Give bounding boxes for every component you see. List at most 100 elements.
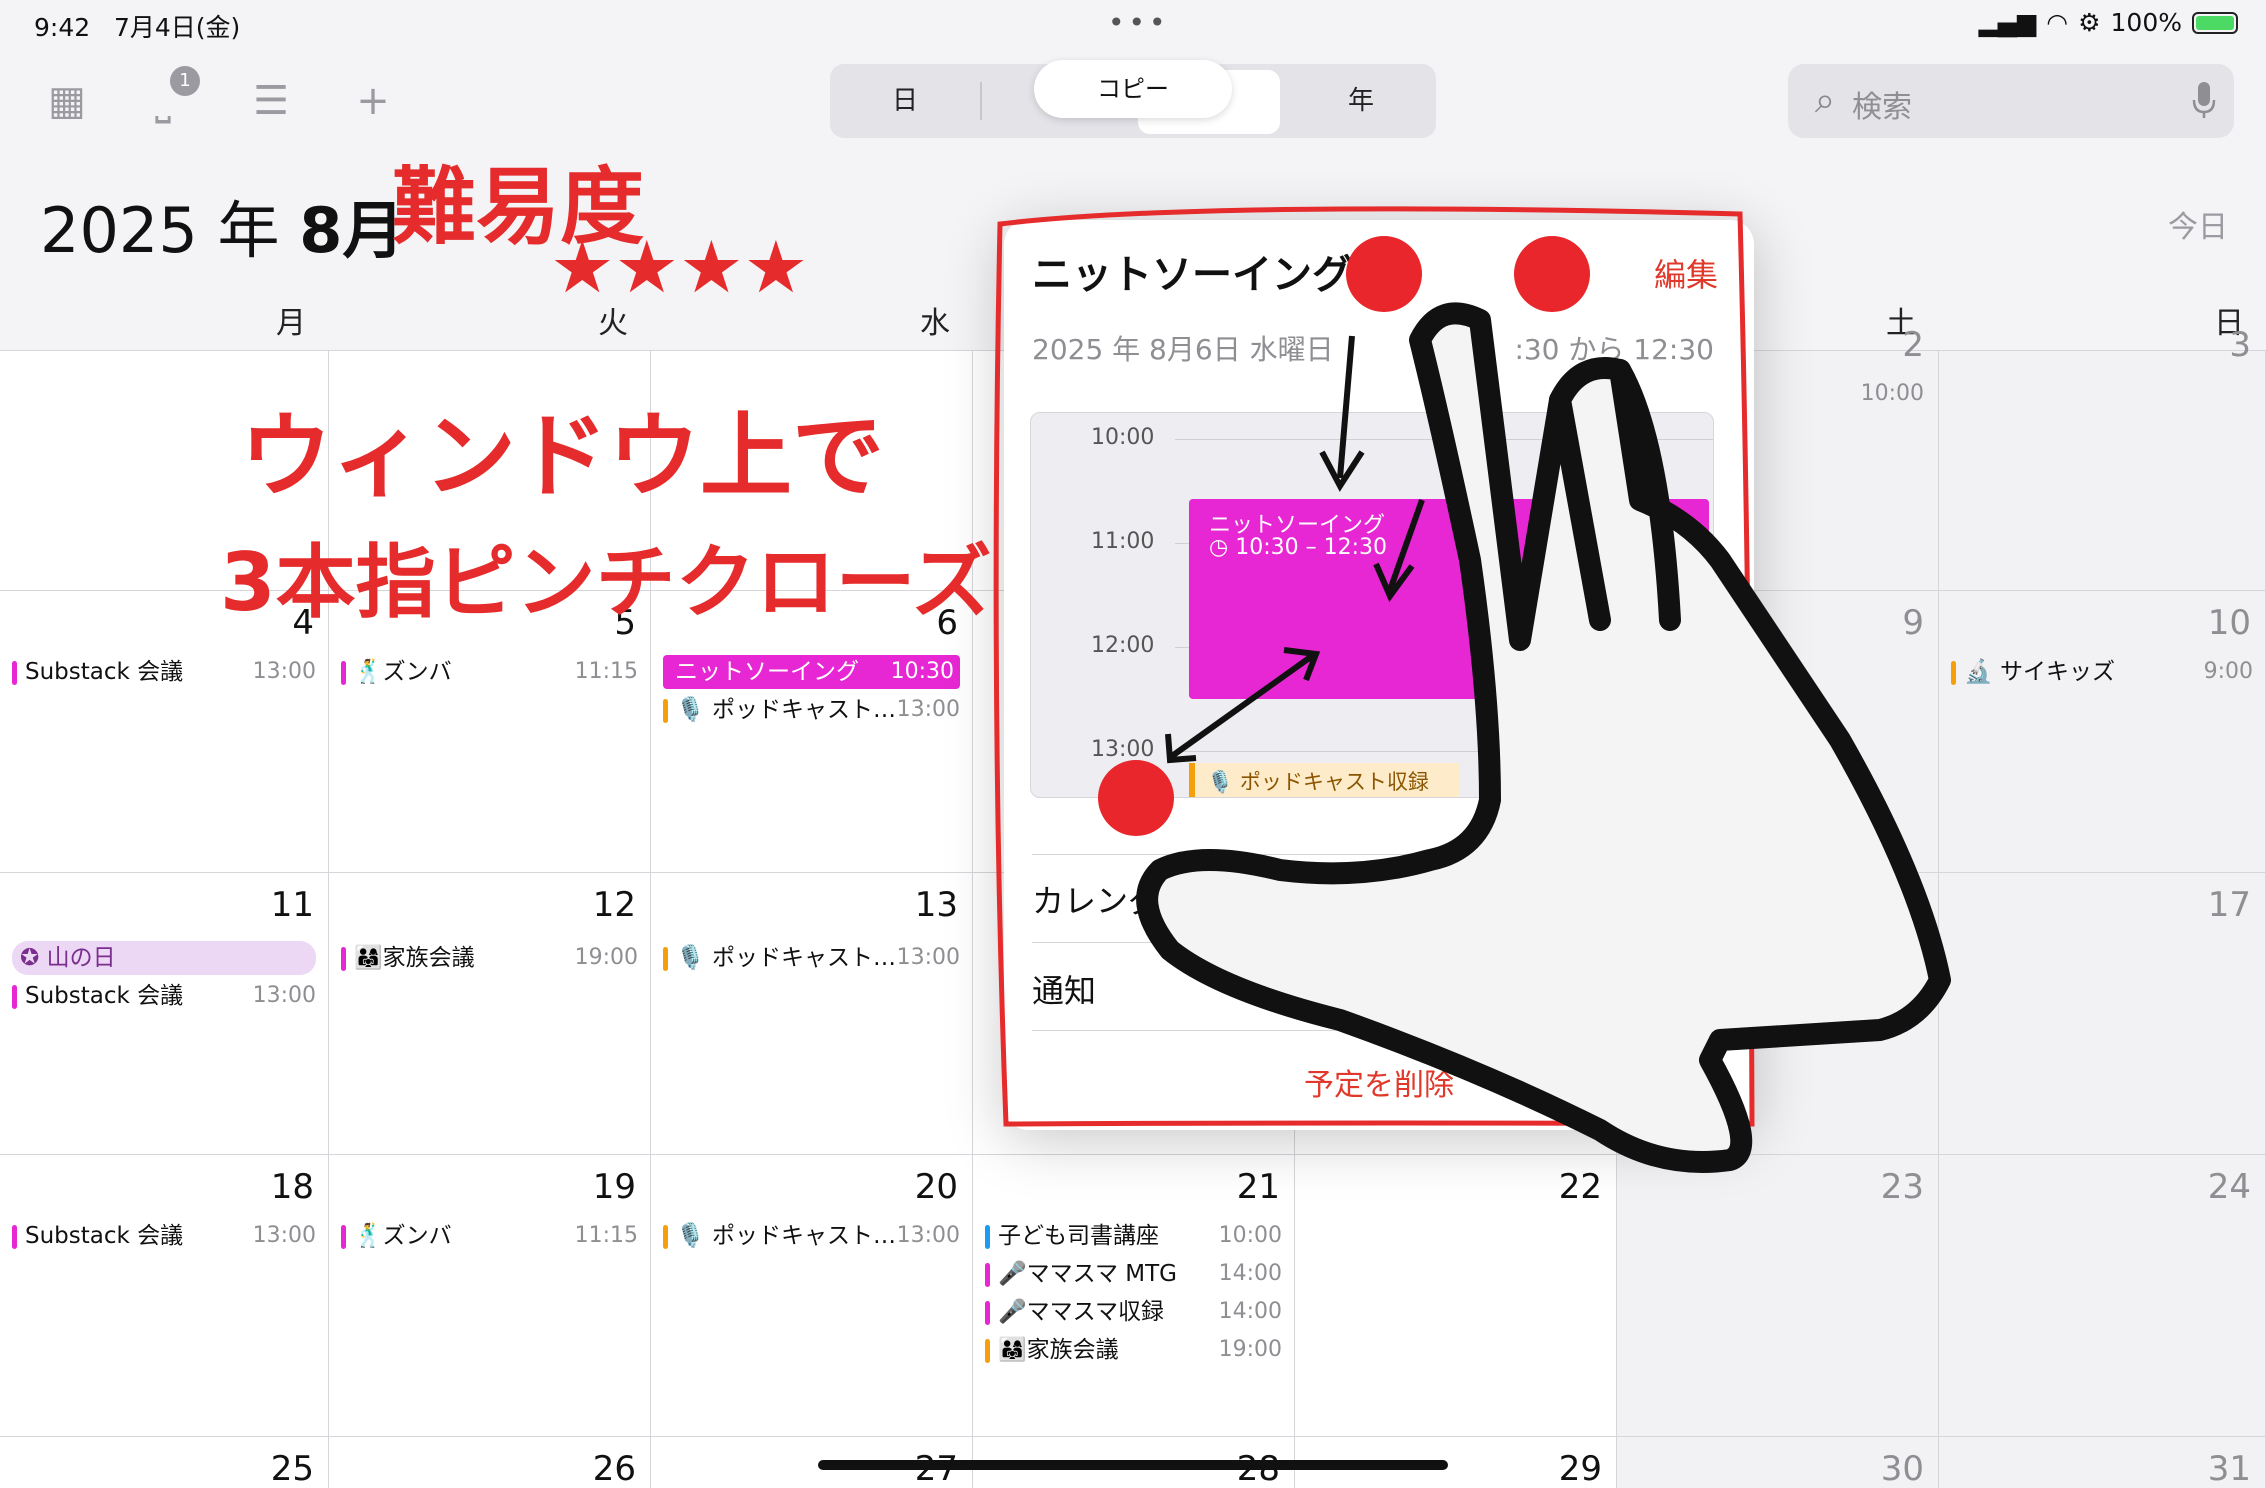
- day-number: 24: [2207, 1167, 2251, 1207]
- event-item-selected[interactable]: ニットソーイング 10:30: [663, 655, 960, 689]
- event-item[interactable]: 🔬 サイキッズ 9:00: [1951, 655, 2253, 689]
- day-number: 2: [1902, 325, 1924, 365]
- day-number: 3: [2229, 325, 2251, 365]
- day-number: 17: [2207, 885, 2251, 925]
- day-number: 30: [1880, 1449, 1924, 1488]
- day-timeline: 10:00 11:00 12:00 13:00 ニットソーイング ◷ 10:30…: [1030, 412, 1714, 798]
- day-cell[interactable]: 11 ✪ 山の日 Substack 会議 13:00: [0, 872, 329, 1154]
- day-number: 19: [592, 1167, 636, 1207]
- event-item[interactable]: 🎙️ ポッドキャスト… 13:00: [663, 693, 960, 727]
- microphone-icon[interactable]: [2192, 80, 2216, 120]
- popover-title: ニットソーイング: [1032, 252, 1352, 298]
- day-number: 23: [1880, 1167, 1924, 1207]
- holiday-item[interactable]: ✪ 山の日: [12, 941, 316, 975]
- day-cell[interactable]: 17: [1939, 872, 2266, 1154]
- day-cell[interactable]: 12 👨‍👩‍👧家族会議 19:00: [329, 872, 651, 1154]
- weekday-wed: 水: [920, 306, 950, 341]
- calendar-row[interactable]: カレンダ: [1032, 876, 1754, 922]
- day-number: 6: [936, 603, 958, 643]
- event-item[interactable]: Substack 会議 13:00: [12, 1219, 316, 1253]
- add-icon[interactable]: +: [350, 78, 396, 124]
- day-number: 16: [1880, 885, 1924, 925]
- edit-button[interactable]: 編集: [1654, 250, 1718, 296]
- day-number: 13: [914, 885, 958, 925]
- day-cell[interactable]: [651, 350, 973, 590]
- search-placeholder: 検索: [1852, 90, 1912, 125]
- day-number: 29: [1558, 1449, 1602, 1488]
- timeline-event[interactable]: 🎙️ ポッドキャスト収録: [1189, 763, 1459, 797]
- day-cell[interactable]: 3: [1939, 325, 2266, 590]
- day-cell[interactable]: 10 🔬 サイキッズ 9:00: [1939, 590, 2266, 872]
- segment-divider: [980, 82, 982, 120]
- list-icon[interactable]: ☰: [248, 78, 294, 124]
- search-field[interactable]: ⌕ 検索: [1788, 64, 2234, 138]
- day-number: 21: [1236, 1167, 1280, 1207]
- day-cell[interactable]: 30: [1617, 1436, 1939, 1488]
- day-number: 10: [2207, 603, 2251, 643]
- day-cell[interactable]: 21 子ども司書講座 10:00 🎤ママスマ MTG 14:00 🎤ママスマ収録 14…: [973, 1154, 1295, 1436]
- calendars-icon[interactable]: ▦: [44, 78, 90, 124]
- event-item[interactable]: 👨‍👩‍👧家族会議 19:00: [985, 1333, 1282, 1367]
- day-number: 4: [292, 603, 314, 643]
- search-icon: ⌕: [1814, 80, 1836, 121]
- day-number: 31: [2207, 1449, 2251, 1488]
- day-cell[interactable]: 20 🎙️ ポッドキャスト… 13:00: [651, 1154, 973, 1436]
- day-number: 25: [270, 1449, 314, 1488]
- delete-event-button[interactable]: 予定を削除: [1004, 1060, 1754, 1104]
- event-item[interactable]: 🎙️ ポッドキャスト… 13:00: [663, 1219, 960, 1253]
- event-item[interactable]: 🕺ズンバ 11:15: [341, 1219, 638, 1253]
- day-cell[interactable]: 22: [1295, 1154, 1617, 1436]
- home-indicator[interactable]: [818, 1460, 1448, 1470]
- hour-row: 10:00: [1031, 425, 1713, 455]
- day-number: 5: [614, 603, 636, 643]
- copy-callout[interactable]: コピー: [1034, 60, 1232, 118]
- holiday-star-icon: ✪: [20, 945, 47, 971]
- cellular-icon: ▂▄▆: [1978, 8, 2037, 37]
- day-cell[interactable]: 19 🕺ズンバ 11:15: [329, 1154, 651, 1436]
- event-item[interactable]: 🎤ママスマ収録 14:00: [985, 1295, 1282, 1329]
- timeline-event[interactable]: ニットソーイング ◷ 10:30 – 12:30: [1189, 499, 1709, 699]
- day-cell[interactable]: [329, 350, 651, 590]
- annotation-stars: ★★★★: [550, 225, 808, 309]
- battery-percent: 100%: [2110, 8, 2182, 37]
- popover-date: 2025 年 8月6日 水曜日: [1032, 333, 1334, 366]
- status-bar: 9:42 7月4日(金) ••• ▂▄▆ ◠ ⚙ 100%: [0, 0, 2266, 48]
- day-cell[interactable]: 23: [1617, 1154, 1939, 1436]
- event-item[interactable]: Substack 会議 13:00: [12, 655, 316, 689]
- notification-row[interactable]: 通知: [1032, 966, 1754, 1012]
- day-cell[interactable]: 25: [0, 1436, 329, 1488]
- day-cell[interactable]: 24: [1939, 1154, 2266, 1436]
- weekday-mon: 月: [276, 306, 306, 341]
- today-button[interactable]: 今日: [2168, 202, 2228, 246]
- wifi-icon: ◠: [2046, 8, 2069, 37]
- divider: [1032, 1030, 1754, 1031]
- event-item[interactable]: 🎙️ ポッドキャスト… 13:00: [663, 941, 960, 975]
- day-cell[interactable]: 4 Substack 会議 13:00: [0, 590, 329, 872]
- day-cell[interactable]: 31: [1939, 1436, 2266, 1488]
- day-cell[interactable]: 18 Substack 会議 13:00: [0, 1154, 329, 1436]
- popover-time: :30 から 12:30: [1514, 333, 1714, 366]
- weekday-tue: 火: [598, 306, 628, 341]
- day-cell[interactable]: 6 ニットソーイング 10:30 🎙️ ポッドキャスト… 13:00: [651, 590, 973, 872]
- status-time: 9:42 7月4日(金): [34, 13, 241, 42]
- event-item[interactable]: Substack 会議 13:00: [12, 979, 316, 1013]
- clock-icon: ◷: [1209, 535, 1236, 560]
- segment-day[interactable]: 日: [830, 64, 980, 138]
- event-item[interactable]: 子ども司書講座 10:00: [985, 1219, 1282, 1253]
- annotation-difficulty: 難易度: [392, 158, 644, 256]
- day-cell[interactable]: 13 🎙️ ポッドキャスト… 13:00: [651, 872, 973, 1154]
- day-number: 12: [592, 885, 636, 925]
- event-item[interactable]: 🎤ママスマ MTG 14:00: [985, 1257, 1282, 1291]
- day-cell[interactable]: 26: [329, 1436, 651, 1488]
- month-title: 2025 年 8月: [40, 194, 405, 267]
- event-detail-popover: ニットソーイング 編集 2025 年 8月6日 水曜日 :30 から 12:30…: [1004, 220, 1754, 1130]
- segment-year[interactable]: 年: [1286, 64, 1436, 138]
- event-item[interactable]: 👨‍👩‍👧家族会議 19:00: [341, 941, 638, 975]
- event-item[interactable]: 🕺ズンバ 11:15: [341, 655, 638, 689]
- day-number: 26: [592, 1449, 636, 1488]
- day-cell[interactable]: [0, 350, 329, 590]
- divider: [1032, 854, 1754, 855]
- battery-icon: [2192, 11, 2238, 34]
- day-cell[interactable]: 5 🕺ズンバ 11:15: [329, 590, 651, 872]
- multitasking-dots-icon[interactable]: •••: [1108, 6, 1170, 39]
